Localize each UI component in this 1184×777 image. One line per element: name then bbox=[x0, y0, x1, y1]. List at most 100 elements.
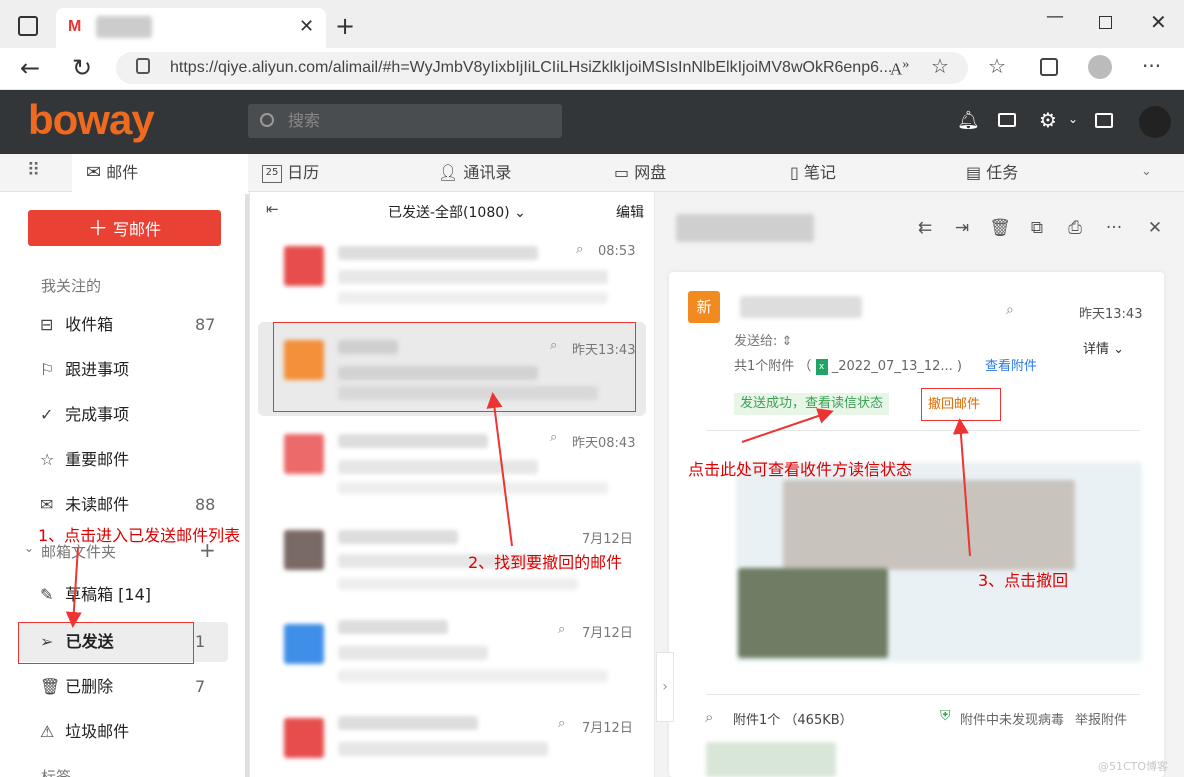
row-blurred-text bbox=[338, 578, 578, 590]
mail-time: 昨天08:43 bbox=[572, 436, 636, 451]
maximize-icon[interactable] bbox=[1099, 16, 1112, 29]
focus-heading: 我关注的 bbox=[41, 277, 102, 295]
tab-tasks[interactable]: ▤ 任务 bbox=[966, 154, 1018, 192]
attachment-icon: ⌕ bbox=[1006, 302, 1014, 318]
envelope-icon: ✉ bbox=[40, 495, 54, 514]
favorites-icon[interactable]: ☆ bbox=[988, 54, 1006, 78]
sender-name-blurred bbox=[740, 296, 862, 318]
feedback-icon[interactable] bbox=[1095, 113, 1113, 128]
mail-row-6[interactable]: ⌕ 7月12日 bbox=[262, 708, 646, 777]
print-icon[interactable]: ⎙ bbox=[1064, 218, 1086, 238]
sidebar-scrollbar[interactable] bbox=[245, 194, 249, 777]
mail-icon: ✉ bbox=[86, 162, 102, 183]
bell-icon[interactable]: 🔔︎ bbox=[957, 110, 980, 131]
row-blurred-text bbox=[338, 716, 478, 730]
open-window-icon[interactable]: ⧉ bbox=[1026, 218, 1048, 238]
sidebar-item-drafts[interactable]: ✎ 草稿箱 [14] bbox=[40, 577, 220, 613]
settings-chevron-icon[interactable]: ⌄ bbox=[1068, 112, 1078, 126]
sender-badge: 新 bbox=[688, 291, 720, 323]
row-blurred-text bbox=[338, 742, 548, 756]
apps-grid-icon[interactable]: ⠿ bbox=[27, 160, 40, 181]
read-status-link[interactable]: 发送成功，查看读信状态 bbox=[734, 393, 890, 415]
search-input[interactable]: 搜索 bbox=[248, 104, 562, 138]
read-aloud-icon[interactable]: A» bbox=[890, 56, 909, 80]
mail-row-1[interactable]: ⌕ 08:53 bbox=[262, 236, 646, 312]
profile-avatar[interactable] bbox=[1088, 55, 1112, 79]
sidebar-item-important[interactable]: ☆ 重要邮件 bbox=[40, 442, 220, 478]
report-attachment-link[interactable]: 举报附件 bbox=[1075, 709, 1127, 728]
tab-notes[interactable]: ▯ 笔记 bbox=[790, 154, 836, 192]
excel-file-icon: x bbox=[815, 358, 828, 375]
device-icon[interactable] bbox=[998, 113, 1016, 127]
tab-close-icon[interactable]: ✕ bbox=[299, 16, 314, 37]
star-icon: ☆ bbox=[40, 450, 55, 469]
row-blurred-text bbox=[338, 292, 608, 304]
back-icon[interactable]: ← bbox=[20, 54, 40, 82]
sender-avatar bbox=[284, 718, 324, 758]
list-title[interactable]: 已发送-全部(1080) ⌄ bbox=[388, 202, 526, 222]
calendar-icon: 25 bbox=[262, 164, 282, 183]
collections-icon[interactable] bbox=[1040, 58, 1058, 76]
refresh-icon[interactable]: ↻ bbox=[72, 54, 92, 82]
draft-edit-icon: ✎ bbox=[40, 585, 54, 604]
more-icon[interactable]: ··· bbox=[1103, 218, 1125, 238]
url-field[interactable]: https://qiye.aliyun.com/alimail/#h=WyJmb… bbox=[116, 52, 968, 84]
row-blurred-text bbox=[338, 670, 608, 682]
watermark: @51CTO博客 bbox=[1098, 760, 1169, 773]
close-reader-icon[interactable]: ✕ bbox=[1144, 218, 1166, 238]
row-blurred-text bbox=[338, 270, 608, 284]
tab-contacts[interactable]: 👤︎ 通讯录 bbox=[438, 154, 511, 192]
annotation-read-status: 点击此处可查看收件方读信状态 bbox=[688, 460, 913, 479]
details-toggle[interactable]: 详情 ⌄ bbox=[1083, 338, 1124, 357]
sidebar-item-done[interactable]: ✓ 完成事项 bbox=[40, 397, 220, 433]
tab-mail[interactable]: ✉ 邮件 bbox=[86, 154, 138, 192]
recall-button[interactable]: 撤回邮件 bbox=[921, 388, 1001, 421]
minimize-icon[interactable]: — bbox=[1046, 6, 1064, 27]
reply-all-icon[interactable]: ⇇ bbox=[914, 218, 936, 238]
collapse-list-icon[interactable]: ⇤ bbox=[266, 200, 279, 218]
row-blurred-text bbox=[338, 646, 488, 660]
brand-logo: boway bbox=[28, 96, 155, 143]
mail-row-5[interactable]: ⌕ 7月12日 bbox=[262, 614, 646, 694]
move-folder-icon[interactable]: ⇥ bbox=[951, 218, 973, 238]
nav-more-chevron-icon[interactable]: ⌄ bbox=[1141, 164, 1152, 179]
new-tab-icon[interactable]: + bbox=[335, 12, 355, 40]
annotation-step2: 2、找到要撤回的邮件 bbox=[468, 553, 623, 572]
annotation-step1: 1、点击进入已发送邮件列表 bbox=[38, 526, 241, 545]
row-blurred-text bbox=[338, 246, 538, 260]
tab-actions-icon[interactable] bbox=[18, 16, 38, 36]
user-avatar[interactable] bbox=[1139, 106, 1171, 138]
shield-check-icon: ⛨ bbox=[940, 708, 951, 724]
sender-avatar bbox=[284, 624, 324, 664]
sidebar-item-followup[interactable]: ⚐ 跟进事项 bbox=[40, 352, 220, 388]
mail-row-3[interactable]: ⌕ 昨天08:43 bbox=[262, 424, 646, 504]
tab-calendar[interactable]: 25 日历 bbox=[262, 154, 319, 192]
favorite-star-icon[interactable]: ☆ bbox=[931, 54, 949, 78]
compose-button[interactable]: ＋ 写邮件 bbox=[28, 210, 221, 246]
list-edit-button[interactable]: 编辑 bbox=[616, 202, 644, 222]
attachments-divider bbox=[706, 694, 1140, 695]
sidebar-item-spam[interactable]: ⚠ 垃圾邮件 bbox=[40, 714, 220, 750]
attachments-footer: 附件1个 （465KB） bbox=[733, 713, 853, 728]
tab-drive[interactable]: ▭ 网盘 bbox=[614, 154, 666, 192]
browser-menu-icon[interactable]: ··· bbox=[1142, 54, 1161, 78]
recipient-line[interactable]: 发送给: ⇕ bbox=[734, 330, 792, 349]
delete-icon[interactable]: 🗑︎ bbox=[989, 218, 1011, 238]
body-image-blurred bbox=[783, 480, 1075, 570]
attachment-icon: ⌕ bbox=[558, 622, 566, 637]
folders-toggle-chevron-icon[interactable]: ⌄ bbox=[24, 541, 34, 555]
row-blurred-text bbox=[338, 482, 608, 494]
lock-icon[interactable] bbox=[136, 58, 150, 74]
settings-gear-icon[interactable]: ⚙ bbox=[1039, 108, 1057, 132]
sender-avatar bbox=[284, 246, 324, 286]
close-window-icon[interactable]: ✕ bbox=[1150, 10, 1167, 34]
browser-tab[interactable]: M ✕ bbox=[56, 8, 326, 48]
warning-icon: ⚠ bbox=[40, 722, 55, 741]
expand-pane-icon[interactable]: › bbox=[656, 652, 674, 722]
sidebar-item-unread[interactable]: ✉ 未读邮件 88 bbox=[40, 487, 220, 523]
row-blurred-text bbox=[338, 460, 538, 474]
sidebar-item-deleted[interactable]: 🗑︎ 已删除 7 bbox=[40, 669, 220, 705]
view-attachments-link[interactable]: 查看附件 bbox=[985, 355, 1037, 374]
sidebar-item-inbox[interactable]: ⊟ 收件箱 87 bbox=[40, 307, 220, 343]
attachment-icon: ⌕ bbox=[576, 242, 584, 257]
